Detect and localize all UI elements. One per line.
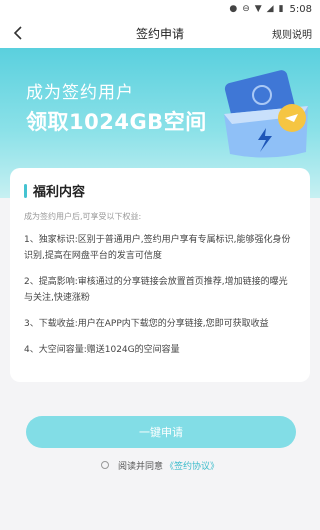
- status-bar: ● ⊖ ▼ ◢ ▮ 5:08: [0, 0, 320, 18]
- nav-bar: 签约申请 规则说明: [0, 18, 320, 48]
- signal-icon: ◢: [266, 3, 274, 14]
- banner-subtitle: 成为签约用户: [26, 83, 134, 103]
- vault-illustration-icon: [224, 70, 308, 158]
- agreement-row: 阅读并同意 《签约协议》: [0, 458, 320, 472]
- agreement-text: 阅读并同意: [117, 461, 163, 472]
- benefits-card: 福利内容 成为签约用户后,可享受以下权益: 1、独家标识:区别于普通用户,签约用…: [10, 168, 310, 382]
- rules-link[interactable]: 规则说明: [272, 26, 312, 41]
- status-time: 5:08: [289, 3, 312, 15]
- apply-button[interactable]: 一键申请: [26, 416, 296, 448]
- back-button[interactable]: [8, 23, 28, 43]
- title-accent-bar: [24, 183, 27, 198]
- benefit-item: 1、独家标识:区别于普通用户,签约用户享有专属标识,能够强化身份识别,提高在网盘…: [24, 235, 291, 261]
- location-icon: ●: [229, 3, 238, 14]
- agreement-link[interactable]: 《签约协议》: [165, 459, 219, 472]
- dnd-icon: ⊖: [242, 3, 250, 14]
- benefits-intro: 成为签约用户后,可享受以下权益:: [24, 212, 142, 221]
- benefit-item: 3、下载收益:用户在APP内下载您的分享链接,您即可获取收益: [24, 319, 269, 329]
- benefit-item: 2、提高影响:审核通过的分享链接会放置首页推荐,增加链接的曝光与关注,快速涨粉: [24, 277, 288, 303]
- battery-icon: ▮: [278, 3, 284, 14]
- benefits-title: 福利内容: [33, 185, 86, 200]
- chevron-left-icon: [13, 26, 22, 40]
- agree-radio[interactable]: [100, 461, 109, 469]
- wifi-icon: ▼: [254, 3, 262, 14]
- page-title: 签约申请: [135, 26, 184, 41]
- benefit-item: 4、大空间容量:赠送1024G的空间容量: [24, 345, 180, 355]
- banner-headline: 领取1024GB空间: [26, 110, 207, 134]
